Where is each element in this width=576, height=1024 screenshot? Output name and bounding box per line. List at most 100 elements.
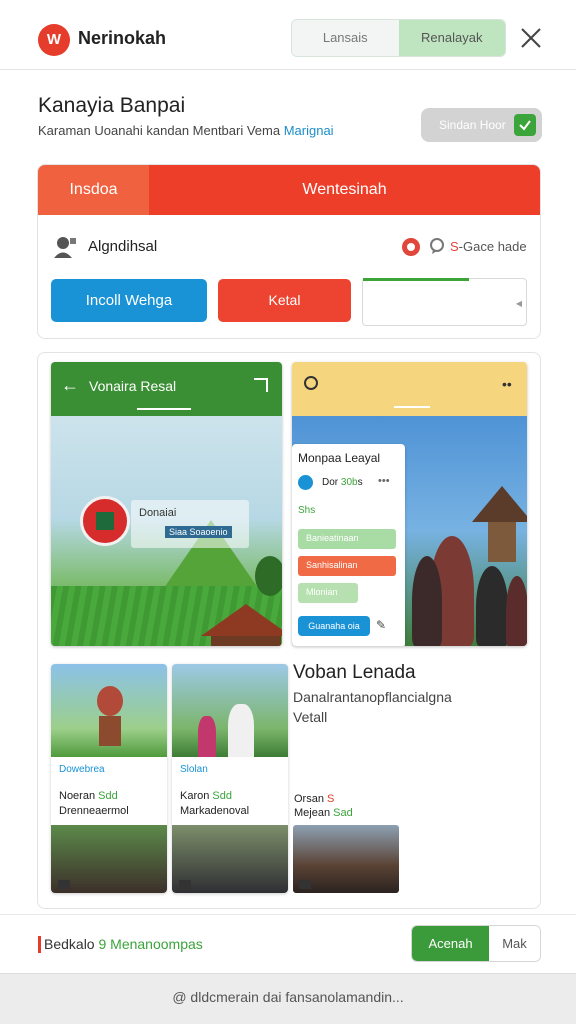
overlay-button[interactable]: Guanaha oia [298,616,370,636]
section-detail: Vetall [293,709,328,725]
roof-shape [201,604,282,636]
search-icon[interactable] [304,376,318,390]
section-title: Voban Lenada [293,662,416,683]
primary-button[interactable]: Incoll Wehga [51,279,207,322]
edit-icon[interactable]: ✎ [376,618,390,632]
user-icon [54,237,76,258]
overflow-icon[interactable]: ••• [378,475,390,487]
confirm-button[interactable]: Acenah [412,926,489,961]
preview-header: ← Vonaira Resal [51,362,282,416]
action-bar: Bedkalo 9 Menanoompas Acenah Mak [0,914,576,972]
card-thumbnail [172,825,288,893]
person-shape [506,576,527,646]
landscape-image: Donaiai Siaa Soaoenio [51,416,282,646]
seal-logo [80,496,130,546]
preview-card-right[interactable]: •• Monpaa Leayal Dor 30bs ••• Shs Baniea… [292,362,527,646]
chat-icon[interactable] [429,238,445,254]
text-input[interactable]: ◀ [362,278,527,326]
more-icon[interactable]: •• [502,376,512,392]
content-card[interactable]: Slolan Karon Sdd Markadenoval [172,664,288,893]
expand-icon[interactable] [254,378,268,392]
status-text: Gace hade [463,239,527,254]
back-arrow-icon[interactable]: ← [61,375,79,396]
card-line1-a: Karon [180,790,210,802]
tab-underline [137,408,191,410]
overlay-stat: Dor 30bs [322,477,363,488]
section-status: S-Gace hade [450,239,527,254]
record-icon[interactable] [402,238,420,256]
option-bar[interactable]: Banieatinaan [298,529,396,549]
tab-bar: Insdoa Wentesinah [38,165,540,215]
house-shape [211,636,281,646]
tab-first[interactable]: Insdoa [38,165,149,215]
preview-card-left[interactable]: ← Vonaira Resal Donaiai Siaa Soaoenio [51,362,282,646]
stat-b: 30b [340,477,358,488]
stat-c: s [357,477,363,488]
toggle-label: Sindan Hoor [439,118,506,132]
info-tag[interactable]: Siaa Soaoenio [165,526,232,538]
preview-title: Vonaira Resal [89,378,177,394]
card-line2: Drenneaermol [59,805,129,817]
overlay-panel: Monpaa Leayal Dor 30bs ••• Shs Banieatin… [292,444,405,646]
video-icon[interactable] [58,880,70,889]
location-icon [298,475,313,490]
meta-line1-a: Orsan [294,793,324,805]
card-line2: Markadenoval [180,805,250,817]
option-bar[interactable]: Sanhisalinan [298,556,396,576]
brand-name: Nerinokah [78,28,167,48]
option-label: Mlonian [306,587,338,597]
tab-second[interactable]: Wentesinah [149,165,540,215]
footer-text: @ dldcmerain dai fansanolamandin... [172,989,404,1005]
settings-card: Insdoa Wentesinah Algndihsal S-Gace hade… [37,164,541,339]
tab-underline [394,406,430,408]
video-icon[interactable] [299,880,311,889]
section-label: Algndihsal [88,238,158,255]
segment-right[interactable]: Renalayak [398,20,505,56]
accent-marker [38,936,41,953]
app-logo: W [38,24,70,56]
toggle-pill[interactable]: Sindan Hoor [421,108,542,142]
option-bar[interactable]: Mlonian [298,583,358,603]
option-label: Sanhisalinan [306,560,358,570]
overlay-green-label: Shs [298,505,316,516]
card-line1-b: Sdd [98,790,118,802]
subtitle-text: Karaman Uoanahi kandan Mentbari Vema [38,123,281,138]
action-text: Bedkalo 9 Menanoompas [44,936,203,952]
status-prefix: S [450,239,459,254]
meta-line1: Orsan S [294,793,334,805]
section-description: Danalrantanopflancialgna [293,689,452,705]
content-card[interactable]: Dowebrea Noeran Sdd Drenneaermol [51,664,167,893]
section-thumbnail[interactable] [293,825,399,893]
preview-header: •• [292,362,527,416]
meta-line1-b: S [327,793,335,805]
card-line1: Karon Sdd [180,790,232,802]
card-badge: Slolan [180,764,208,775]
secondary-button[interactable]: Ketal [218,279,351,322]
tree-shape [255,556,282,596]
option-label: Banieatinaan [306,533,359,543]
action-buttons: Acenah Mak [411,925,541,962]
segment-left[interactable]: Lansais [292,20,399,56]
card-image [51,664,167,757]
card-thumbnail [51,825,167,893]
subtitle-link[interactable]: Marignai [284,123,334,138]
meta-line2-b: Sad [333,807,353,819]
pavilion-roof [472,486,527,522]
footer: @ dldcmerain dai fansanolamandin... [0,973,576,1024]
cancel-button[interactable]: Mak [489,926,540,961]
person-shape [476,566,508,646]
video-icon[interactable] [179,880,191,889]
action-text-a: Bedkalo [44,936,95,952]
gallery-panel: ← Vonaira Resal Donaiai Siaa Soaoenio •• [37,352,541,909]
card-badge: Dowebrea [59,764,105,775]
info-overlay: Donaiai Siaa Soaoenio [131,500,249,548]
stat-a: Dor [322,477,339,488]
card-image [172,664,288,757]
action-text-b: 9 Menanoompas [98,936,203,952]
card-line1: Noeran Sdd [59,790,118,802]
person-shape [412,556,442,646]
top-bar: W Nerinokah Lansais Renalayak [0,0,576,70]
close-icon[interactable] [518,25,544,51]
info-title: Donaiai [139,507,177,519]
check-icon[interactable] [514,114,536,136]
